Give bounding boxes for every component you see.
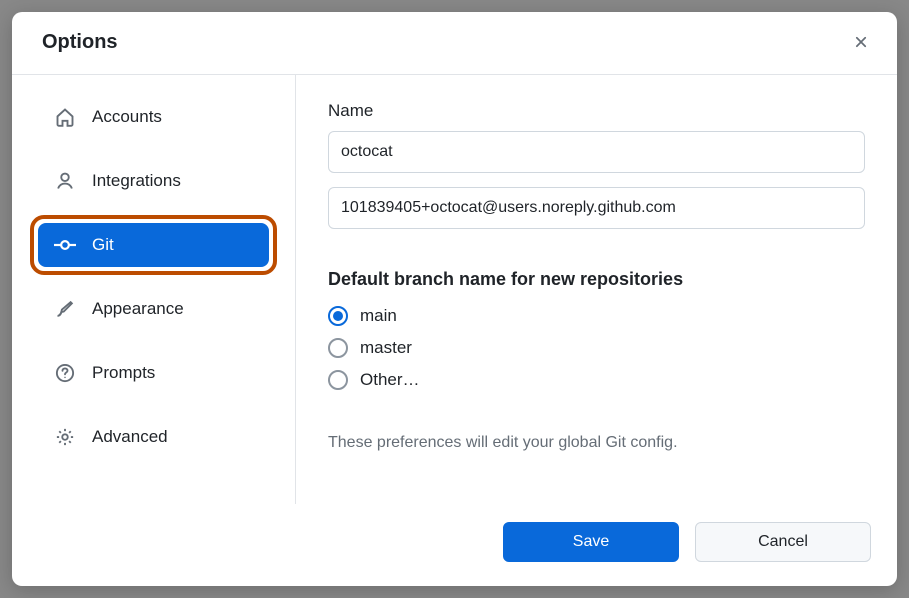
radio-label: main xyxy=(360,306,397,326)
sidebar-item-prompts[interactable]: Prompts xyxy=(38,351,269,395)
email-input[interactable] xyxy=(328,187,865,229)
sidebar-item-label: Prompts xyxy=(92,363,155,383)
options-dialog: Options Accounts Integrations Git Appearanc… xyxy=(12,12,897,586)
radio-icon xyxy=(328,338,348,358)
git-config-hint: These preferences will edit your global … xyxy=(328,434,865,452)
sidebar-item-git[interactable]: Git xyxy=(38,223,269,267)
branch-radio-master[interactable]: master xyxy=(328,338,865,358)
paintbrush-icon xyxy=(54,298,76,320)
radio-icon xyxy=(328,370,348,390)
sidebar-item-integrations[interactable]: Integrations xyxy=(38,159,269,203)
close-icon xyxy=(852,33,870,51)
branch-radio-main[interactable]: main xyxy=(328,306,865,326)
gear-icon xyxy=(54,426,76,448)
radio-label: Other… xyxy=(360,370,420,390)
git-commit-icon xyxy=(54,234,76,256)
default-branch-radio-group: main master Other… xyxy=(328,306,865,390)
home-icon xyxy=(54,106,76,128)
close-button[interactable] xyxy=(847,28,875,56)
sidebar-item-advanced[interactable]: Advanced xyxy=(38,415,269,459)
name-label: Name xyxy=(328,101,865,121)
question-icon xyxy=(54,362,76,384)
name-input[interactable] xyxy=(328,131,865,173)
dialog-header: Options xyxy=(12,12,897,75)
branch-radio-other[interactable]: Other… xyxy=(328,370,865,390)
sidebar-item-label: Git xyxy=(92,235,114,255)
radio-icon xyxy=(328,306,348,326)
person-icon xyxy=(54,170,76,192)
sidebar-item-label: Appearance xyxy=(92,299,184,319)
sidebar-item-label: Advanced xyxy=(92,427,168,447)
cancel-button[interactable]: Cancel xyxy=(695,522,871,562)
radio-label: master xyxy=(360,338,412,358)
sidebar-item-label: Accounts xyxy=(92,107,162,127)
dialog-title: Options xyxy=(42,31,118,54)
sidebar: Accounts Integrations Git Appearance Prompts… xyxy=(12,75,296,504)
sidebar-item-label: Integrations xyxy=(92,171,181,191)
default-branch-heading: Default branch name for new repositories xyxy=(328,269,865,290)
sidebar-item-appearance[interactable]: Appearance xyxy=(38,287,269,331)
git-settings-panel: Name Default branch name for new reposit… xyxy=(296,75,897,504)
dialog-footer: Save Cancel xyxy=(12,504,897,586)
save-button[interactable]: Save xyxy=(503,522,679,562)
sidebar-item-accounts[interactable]: Accounts xyxy=(38,95,269,139)
